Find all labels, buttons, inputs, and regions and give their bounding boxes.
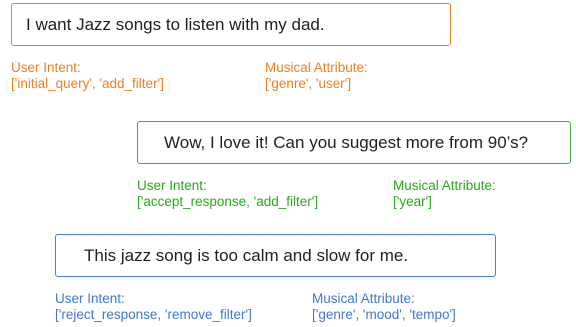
user-intent-values: ['accept_response, 'add_filter'] (137, 194, 319, 209)
user-intent-block: User Intent: ['accept_response, 'add_fil… (137, 178, 318, 210)
user-intent-values: ['initial_query', 'add_filter'] (11, 76, 164, 91)
musical-attribute-label: Musical Attribute: (265, 60, 368, 75)
utterance-box: Wow, I love it! Can you suggest more fro… (137, 121, 571, 164)
musical-attribute-block: Musical Attribute: ['year'] (393, 178, 496, 210)
musical-attribute-label: Musical Attribute: (312, 291, 415, 306)
utterance-text: Wow, I love it! Can you suggest more fro… (164, 132, 529, 152)
musical-attribute-block: Musical Attribute: ['genre', 'mood', 'te… (312, 291, 456, 323)
utterance-box: I want Jazz songs to listen with my dad. (11, 3, 451, 46)
musical-attribute-label: Musical Attribute: (393, 178, 496, 193)
user-intent-block: User Intent: ['initial_query', 'add_filt… (11, 60, 164, 92)
musical-attribute-values: ['genre', 'user'] (265, 76, 352, 91)
utterance-box: This jazz song is too calm and slow for … (55, 234, 496, 277)
user-intent-label: User Intent: (55, 291, 125, 306)
musical-attribute-block: Musical Attribute: ['genre', 'user'] (265, 60, 368, 92)
musical-attribute-values: ['year'] (393, 194, 432, 209)
utterance-text: This jazz song is too calm and slow for … (84, 245, 409, 265)
utterance-text: I want Jazz songs to listen with my dad. (26, 14, 325, 34)
user-intent-values: ['reject_response, 'remove_filter'] (55, 307, 252, 322)
user-intent-label: User Intent: (11, 60, 81, 75)
musical-attribute-values: ['genre', 'mood', 'tempo'] (312, 307, 456, 322)
user-intent-label: User Intent: (137, 178, 207, 193)
user-intent-block: User Intent: ['reject_response, 'remove_… (55, 291, 252, 323)
